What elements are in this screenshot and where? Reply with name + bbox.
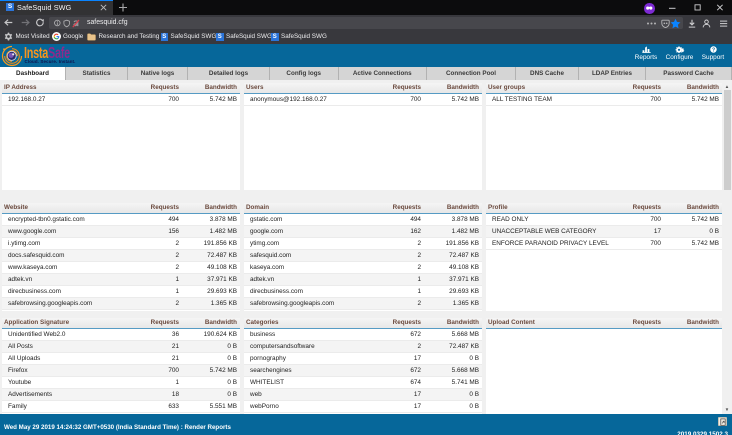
svg-text:?: ? <box>711 47 714 53</box>
